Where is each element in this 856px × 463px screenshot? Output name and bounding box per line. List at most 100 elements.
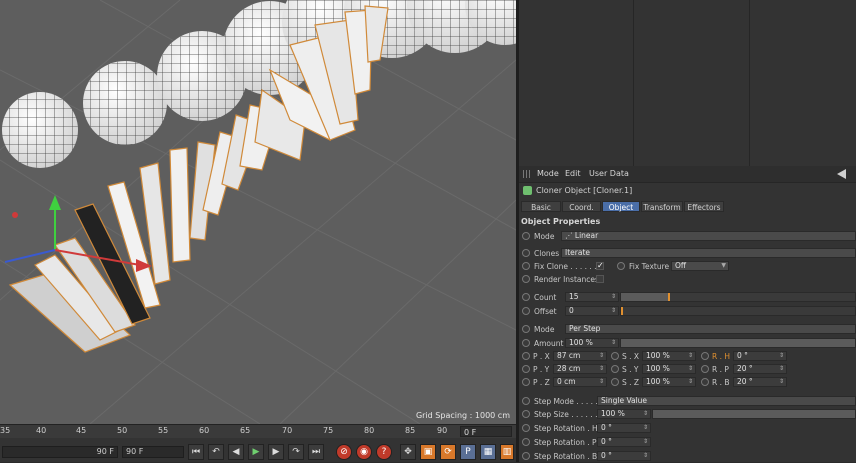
spinner-icon: ⇕ <box>687 365 693 372</box>
step-rot-p-field[interactable]: 0 ° ⇕ <box>597 437 651 447</box>
row-step-rot-b: Step Rotation . B 0 ° ⇕ <box>519 450 856 463</box>
px-label: P . X <box>533 352 550 361</box>
amount-field[interactable]: 100 % ⇕ <box>565 338 619 348</box>
previous-frame-icon[interactable]: ◀ <box>228 444 244 460</box>
row-clones: Clones Iterate <box>519 247 856 260</box>
animate-dot-count[interactable] <box>522 293 530 301</box>
animate-dot-sx[interactable] <box>611 352 619 360</box>
count-slider-handle[interactable] <box>668 293 670 301</box>
mode-dropdown[interactable]: ⋰ Linear <box>561 231 856 241</box>
next-frame-icon[interactable]: ▶ <box>268 444 284 460</box>
current-frame-field[interactable]: 0 F <box>460 426 512 437</box>
animate-dot-sy[interactable] <box>611 365 619 373</box>
step-rot-h-field[interactable]: 0 ° ⇕ <box>597 423 651 433</box>
rb-value: 20 ° <box>737 377 753 386</box>
animate-dot-offset[interactable] <box>522 307 530 315</box>
sy-field[interactable]: 100 % ⇕ <box>642 364 696 374</box>
timeline-tick: 85 <box>405 426 416 435</box>
tab-transform[interactable]: Transform <box>641 201 683 212</box>
animate-dot-rp[interactable] <box>701 365 709 373</box>
timeline-tick: 70 <box>282 426 293 435</box>
grid-spacing-label: Grid Spacing : 1000 cm <box>415 411 510 420</box>
animate-dot-step-mode[interactable] <box>522 397 530 405</box>
rh-field[interactable]: 0 ° ⇕ <box>733 351 787 361</box>
move-key-icon[interactable]: ✥ <box>400 444 416 460</box>
amount-slider[interactable] <box>620 338 856 348</box>
go-to-start-icon[interactable]: ⏮ <box>188 444 204 460</box>
preview-min-field[interactable]: 90 F <box>2 446 118 458</box>
pz-field[interactable]: 0 cm ⇕ <box>553 377 607 387</box>
offset-field[interactable]: 0 ⇕ <box>565 306 619 316</box>
rp-value: 20 ° <box>737 364 753 373</box>
animate-dot-py[interactable] <box>522 365 530 373</box>
px-value: 87 cm <box>557 351 581 360</box>
step-rot-b-field[interactable]: 0 ° ⇕ <box>597 451 651 461</box>
animate-dot-step-size[interactable] <box>522 410 530 418</box>
tab-coord[interactable]: Coord. <box>562 201 601 212</box>
animate-dot-clones[interactable] <box>522 249 530 257</box>
sx-field[interactable]: 100 % ⇕ <box>642 351 696 361</box>
py-field[interactable]: 28 cm ⇕ <box>553 364 607 374</box>
animate-dot-step-rot-b[interactable] <box>522 452 530 460</box>
sz-field[interactable]: 100 % ⇕ <box>642 377 696 387</box>
timeline-ruler[interactable]: 35 40 45 50 55 60 65 70 75 80 85 90 <box>0 424 516 439</box>
fix-clone-checkbox[interactable]: ✓ <box>596 262 604 270</box>
tab-basic[interactable]: Basic <box>521 201 561 212</box>
preview-max-field[interactable]: 90 F <box>122 446 184 458</box>
animate-dot-px[interactable] <box>522 352 530 360</box>
help-record-icon[interactable]: ? <box>376 444 392 460</box>
animate-dot-sz[interactable] <box>611 378 619 386</box>
rotate-key-icon[interactable]: ⟳ <box>440 444 456 460</box>
render-instances-checkbox[interactable] <box>596 275 604 283</box>
rb-field[interactable]: 20 ° ⇕ <box>733 377 787 387</box>
previous-key-icon[interactable]: ↶ <box>208 444 224 460</box>
autokey-icon[interactable]: ◉ <box>356 444 372 460</box>
next-key-icon[interactable]: ↷ <box>288 444 304 460</box>
step-size-slider[interactable] <box>652 409 856 419</box>
grid-key-icon[interactable]: ▦ <box>480 444 496 460</box>
mode-step-dropdown[interactable]: Per Step <box>565 324 856 334</box>
spinner-icon: ⇕ <box>642 452 648 459</box>
animate-dot-render-instances[interactable] <box>522 275 530 283</box>
grip-icon[interactable] <box>523 170 531 178</box>
tab-effectors[interactable]: Effectors <box>684 201 724 212</box>
animate-dot-fix-texture[interactable] <box>617 262 625 270</box>
animate-dot-rb[interactable] <box>701 378 709 386</box>
count-slider[interactable] <box>620 292 856 302</box>
animate-dot-fix-clone[interactable] <box>522 262 530 270</box>
film-icon[interactable]: ▥ <box>500 444 514 460</box>
go-to-end-icon[interactable]: ⏭ <box>308 444 324 460</box>
step-size-field[interactable]: 100 % ⇕ <box>597 409 651 419</box>
menu-mode[interactable]: Mode <box>537 169 559 178</box>
record-icon[interactable]: ⊘ <box>336 444 352 460</box>
animate-dot-mode[interactable] <box>522 232 530 240</box>
param-key-icon[interactable]: P <box>460 444 476 460</box>
row-step-mode: Step Mode . . . . . . Single Value <box>519 395 856 408</box>
animate-dot-step-rot-p[interactable] <box>522 438 530 446</box>
clones-dropdown[interactable]: Iterate <box>561 248 856 258</box>
play-icon[interactable]: ▶ <box>248 444 264 460</box>
back-arrow-icon[interactable] <box>837 169 846 179</box>
fix-texture-dropdown[interactable]: Off ▼ <box>671 261 729 271</box>
menu-edit[interactable]: Edit <box>565 169 581 178</box>
offset-slider-handle[interactable] <box>621 307 623 315</box>
animate-dot-amount[interactable] <box>522 339 530 347</box>
object-manager-panel[interactable] <box>519 0 856 166</box>
render-instances-label: Render Instances <box>534 275 599 284</box>
step-mode-dropdown[interactable]: Single Value <box>597 396 856 406</box>
3d-viewport[interactable]: Grid Spacing : 1000 cm <box>0 0 516 424</box>
timeline-tick: 55 <box>158 426 169 435</box>
rp-field[interactable]: 20 ° ⇕ <box>733 364 787 374</box>
menu-user-data[interactable]: User Data <box>589 169 629 178</box>
row-count: Count 15 ⇕ <box>519 291 856 304</box>
animate-dot-mode-step[interactable] <box>522 325 530 333</box>
offset-slider[interactable] <box>620 306 856 316</box>
count-field[interactable]: 15 ⇕ <box>565 292 619 302</box>
tab-object[interactable]: Object <box>602 201 640 212</box>
section-object-properties: Object Properties <box>521 217 601 226</box>
animate-dot-rh[interactable] <box>701 352 709 360</box>
animate-dot-pz[interactable] <box>522 378 530 386</box>
px-field[interactable]: 87 cm ⇕ <box>553 351 607 361</box>
scale-key-icon[interactable]: ▣ <box>420 444 436 460</box>
animate-dot-step-rot-h[interactable] <box>522 424 530 432</box>
